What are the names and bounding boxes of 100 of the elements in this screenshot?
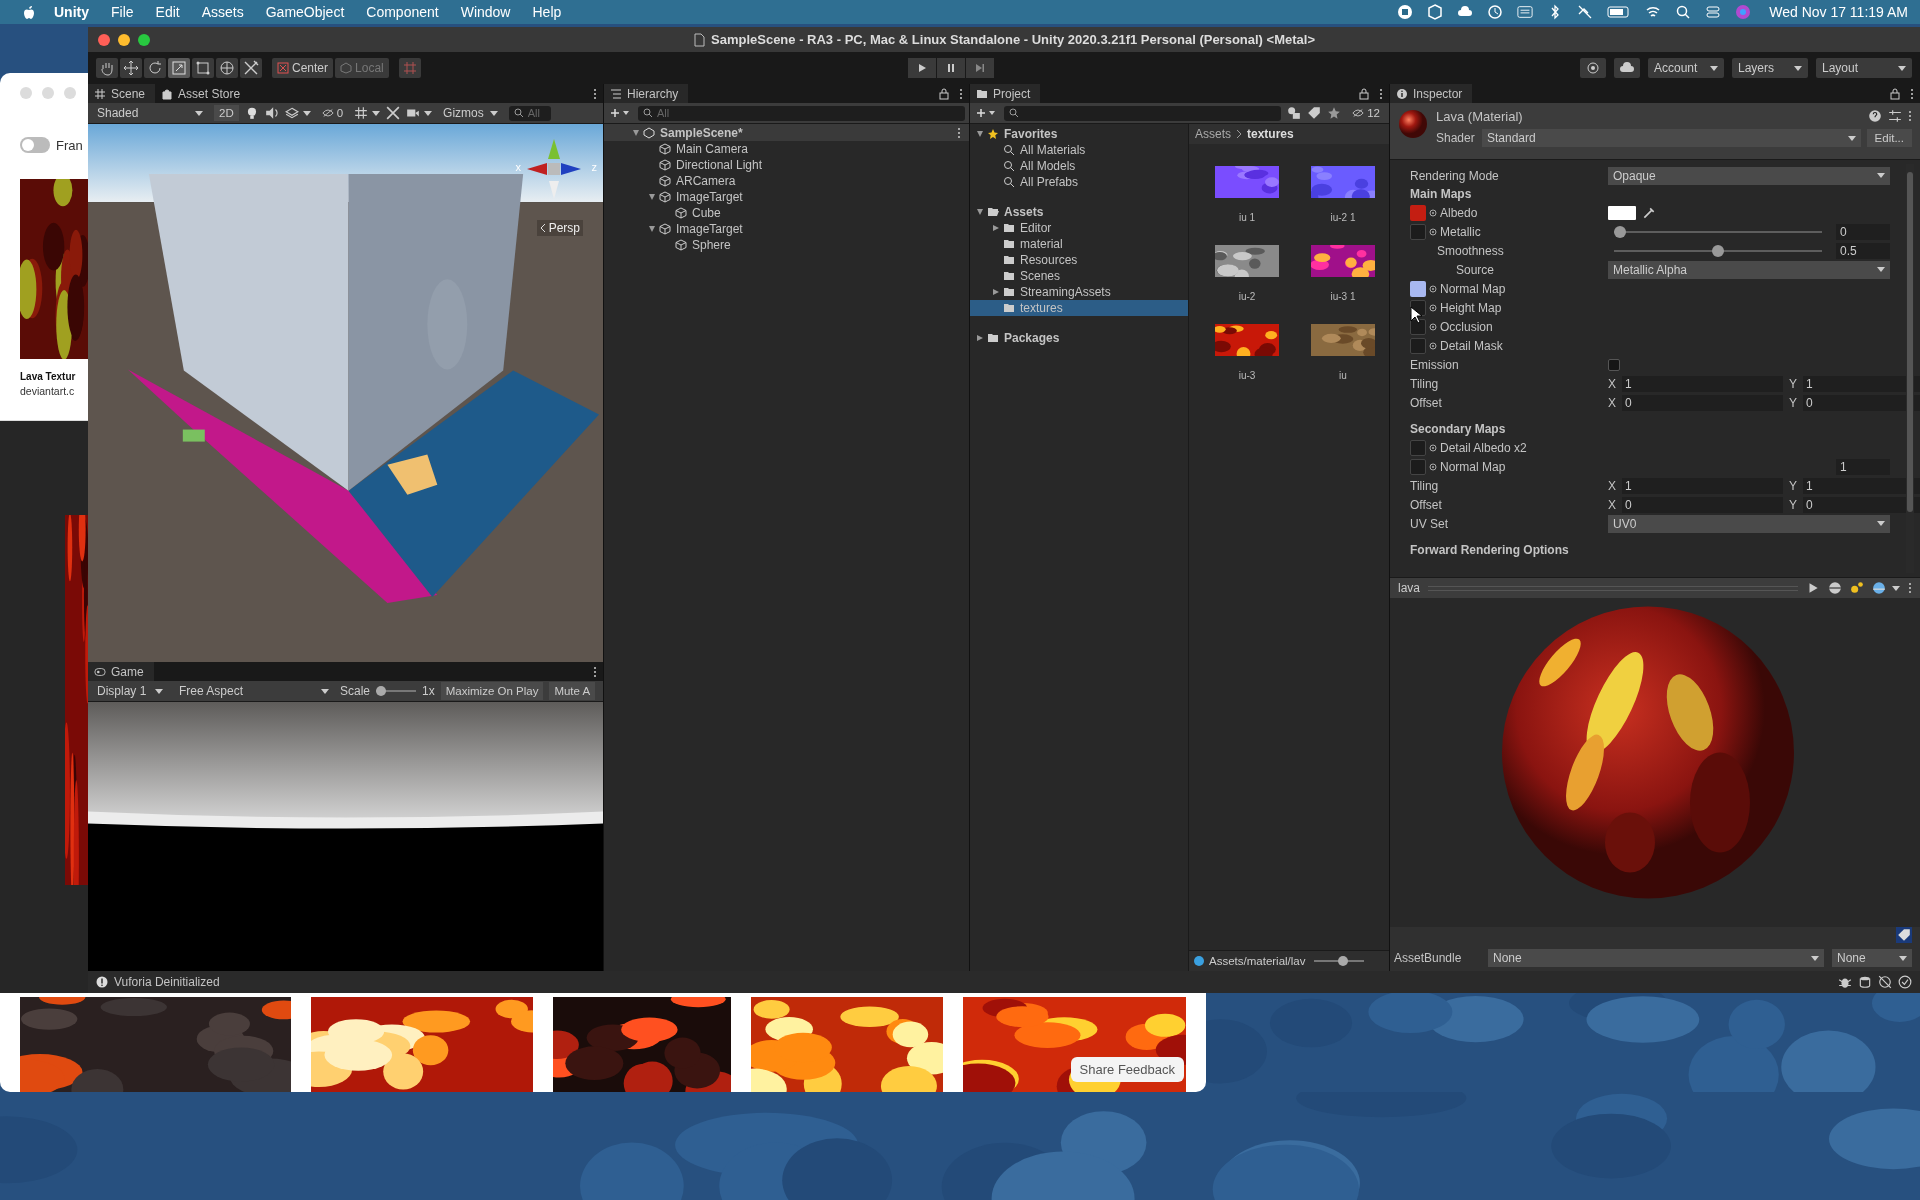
pivot-button[interactable]: Center xyxy=(272,58,334,78)
checkbox[interactable] xyxy=(1608,358,1620,371)
toolbar-dropdown[interactable]: Account xyxy=(1648,58,1724,78)
folder-item[interactable]: All Materials xyxy=(970,142,1188,158)
help-icon[interactable] xyxy=(1868,109,1882,123)
muted-icon[interactable] xyxy=(1577,4,1594,20)
cloud-button[interactable] xyxy=(1614,58,1640,78)
shading-dropdown[interactable]: Shaded xyxy=(92,104,208,122)
object-picker-icon[interactable] xyxy=(1429,227,1437,236)
hidden-packages-toggle[interactable]: 12 xyxy=(1347,105,1385,121)
menu-icon[interactable] xyxy=(1910,87,1914,100)
folder-item[interactable]: Resources xyxy=(970,252,1188,268)
aspect-dropdown[interactable]: Free Aspect xyxy=(174,682,334,700)
toolbar-button[interactable]: Maximize On Play xyxy=(440,682,544,700)
folder-item[interactable]: Editor xyxy=(970,220,1188,236)
menu-item[interactable]: Window xyxy=(460,4,511,20)
panel-tab[interactable]: Game xyxy=(88,662,154,681)
lock-icon[interactable] xyxy=(939,87,949,100)
property-dropdown[interactable]: Metallic Alpha xyxy=(1608,260,1890,279)
hierarchy-item[interactable]: Cube xyxy=(604,205,969,221)
expand-arrow-icon[interactable] xyxy=(648,193,656,201)
lock-icon[interactable] xyxy=(1359,87,1369,100)
toolbar-button[interactable]: Mute A xyxy=(549,682,596,700)
display-dropdown[interactable]: Display 1 xyxy=(92,682,168,700)
rect-tool-icon[interactable] xyxy=(192,58,214,78)
sky-sphere-icon[interactable] xyxy=(1872,581,1886,595)
menu-icon[interactable] xyxy=(593,87,597,100)
folder-item[interactable]: All Models xyxy=(970,158,1188,174)
object-picker-icon[interactable] xyxy=(1429,208,1437,217)
number-field[interactable]: 1 xyxy=(1836,458,1890,475)
hierarchy-item[interactable]: ImageTarget xyxy=(604,221,969,237)
star-icon[interactable] xyxy=(1327,106,1342,120)
control-center-icon[interactable] xyxy=(1705,4,1722,20)
search-field[interactable]: All xyxy=(638,105,965,121)
minimize-button[interactable] xyxy=(118,33,130,46)
expand-arrow-icon[interactable] xyxy=(976,334,984,342)
app-menu[interactable]: Unity xyxy=(54,4,89,20)
object-picker-icon[interactable] xyxy=(1429,284,1437,293)
edit-button[interactable]: Edit... xyxy=(1866,129,1912,147)
close-button[interactable] xyxy=(98,33,110,46)
expand-arrow-icon[interactable] xyxy=(648,225,656,233)
check-icon[interactable] xyxy=(1898,975,1912,989)
folder-item[interactable]: textures xyxy=(970,300,1188,316)
transform-icon[interactable] xyxy=(216,58,238,78)
caret-icon[interactable] xyxy=(424,110,433,116)
panel-tab[interactable]: Scene xyxy=(88,84,156,103)
number-field[interactable]: 0 xyxy=(1622,394,1783,411)
property-dropdown[interactable]: UV0 xyxy=(1608,514,1890,533)
menu-item[interactable]: File xyxy=(111,4,134,20)
database-icon[interactable] xyxy=(1858,975,1872,989)
hierarchy-item[interactable]: Main Camera xyxy=(604,141,969,157)
collab-button[interactable] xyxy=(1580,58,1606,78)
hierarchy-item[interactable]: ARCamera xyxy=(604,173,969,189)
lock-icon[interactable] xyxy=(1890,87,1900,100)
panel-tab[interactable]: Asset Store xyxy=(155,84,251,103)
menu-icon[interactable] xyxy=(1908,582,1912,594)
cube-icon[interactable] xyxy=(1427,4,1444,20)
menu-icon[interactable] xyxy=(1908,110,1912,122)
asset-item[interactable]: iu-3 xyxy=(1201,320,1293,385)
step-button[interactable] xyxy=(966,58,994,78)
expand-arrow-icon[interactable] xyxy=(632,128,640,137)
folder-item[interactable]: material xyxy=(970,236,1188,252)
apple-icon[interactable] xyxy=(22,4,36,20)
menu-icon[interactable] xyxy=(957,126,961,139)
search-field[interactable] xyxy=(1004,105,1282,121)
assetbundle-dropdown[interactable]: None xyxy=(1488,949,1824,967)
breadcrumb-link[interactable]: Assets xyxy=(1195,127,1231,141)
add-button[interactable] xyxy=(974,106,998,120)
menu-item[interactable]: Component xyxy=(366,4,439,20)
keyboard-icon[interactable] xyxy=(1517,4,1534,20)
folder-item[interactable]: All Prefabs xyxy=(970,174,1188,190)
caret-icon[interactable] xyxy=(1892,585,1900,591)
hidden-objects-toggle[interactable]: 0 xyxy=(316,105,349,121)
object-picker-icon[interactable] xyxy=(1429,443,1437,452)
sliders-icon[interactable] xyxy=(1888,109,1902,123)
2d-toggle[interactable]: 2D xyxy=(214,105,239,121)
object-picker-icon[interactable] xyxy=(1429,322,1437,331)
hierarchy-item[interactable]: SampleScene* xyxy=(604,124,969,141)
lights-icon[interactable] xyxy=(1850,581,1864,595)
hierarchy-item[interactable]: ImageTarget xyxy=(604,189,969,205)
tag-icon[interactable] xyxy=(1307,106,1322,120)
wifi-icon[interactable] xyxy=(1645,4,1662,20)
layers-icon[interactable] xyxy=(284,106,299,120)
grid-snap-icon[interactable] xyxy=(398,58,421,78)
hierarchy-item[interactable]: Sphere xyxy=(604,237,969,253)
menu-icon[interactable] xyxy=(1379,87,1383,100)
menu-item[interactable]: GameObject xyxy=(265,4,345,20)
variant-dropdown[interactable]: None xyxy=(1832,949,1912,967)
menu-item[interactable]: Edit xyxy=(155,4,180,20)
hierarchy-item[interactable]: Directional Light xyxy=(604,157,969,173)
speaker-icon[interactable] xyxy=(264,106,279,120)
search-field[interactable]: All xyxy=(508,105,551,121)
panel-tab[interactable]: Hierarchy xyxy=(604,84,689,103)
number-field[interactable]: 1 xyxy=(1803,477,1920,494)
caret-icon[interactable] xyxy=(372,110,381,116)
result-title[interactable]: Lava Textur xyxy=(20,371,88,382)
menu-icon[interactable] xyxy=(959,87,963,100)
search-icon[interactable] xyxy=(1675,4,1692,20)
number-field[interactable]: 0 xyxy=(1836,223,1890,240)
panel-tab[interactable]: Project xyxy=(970,84,1041,103)
